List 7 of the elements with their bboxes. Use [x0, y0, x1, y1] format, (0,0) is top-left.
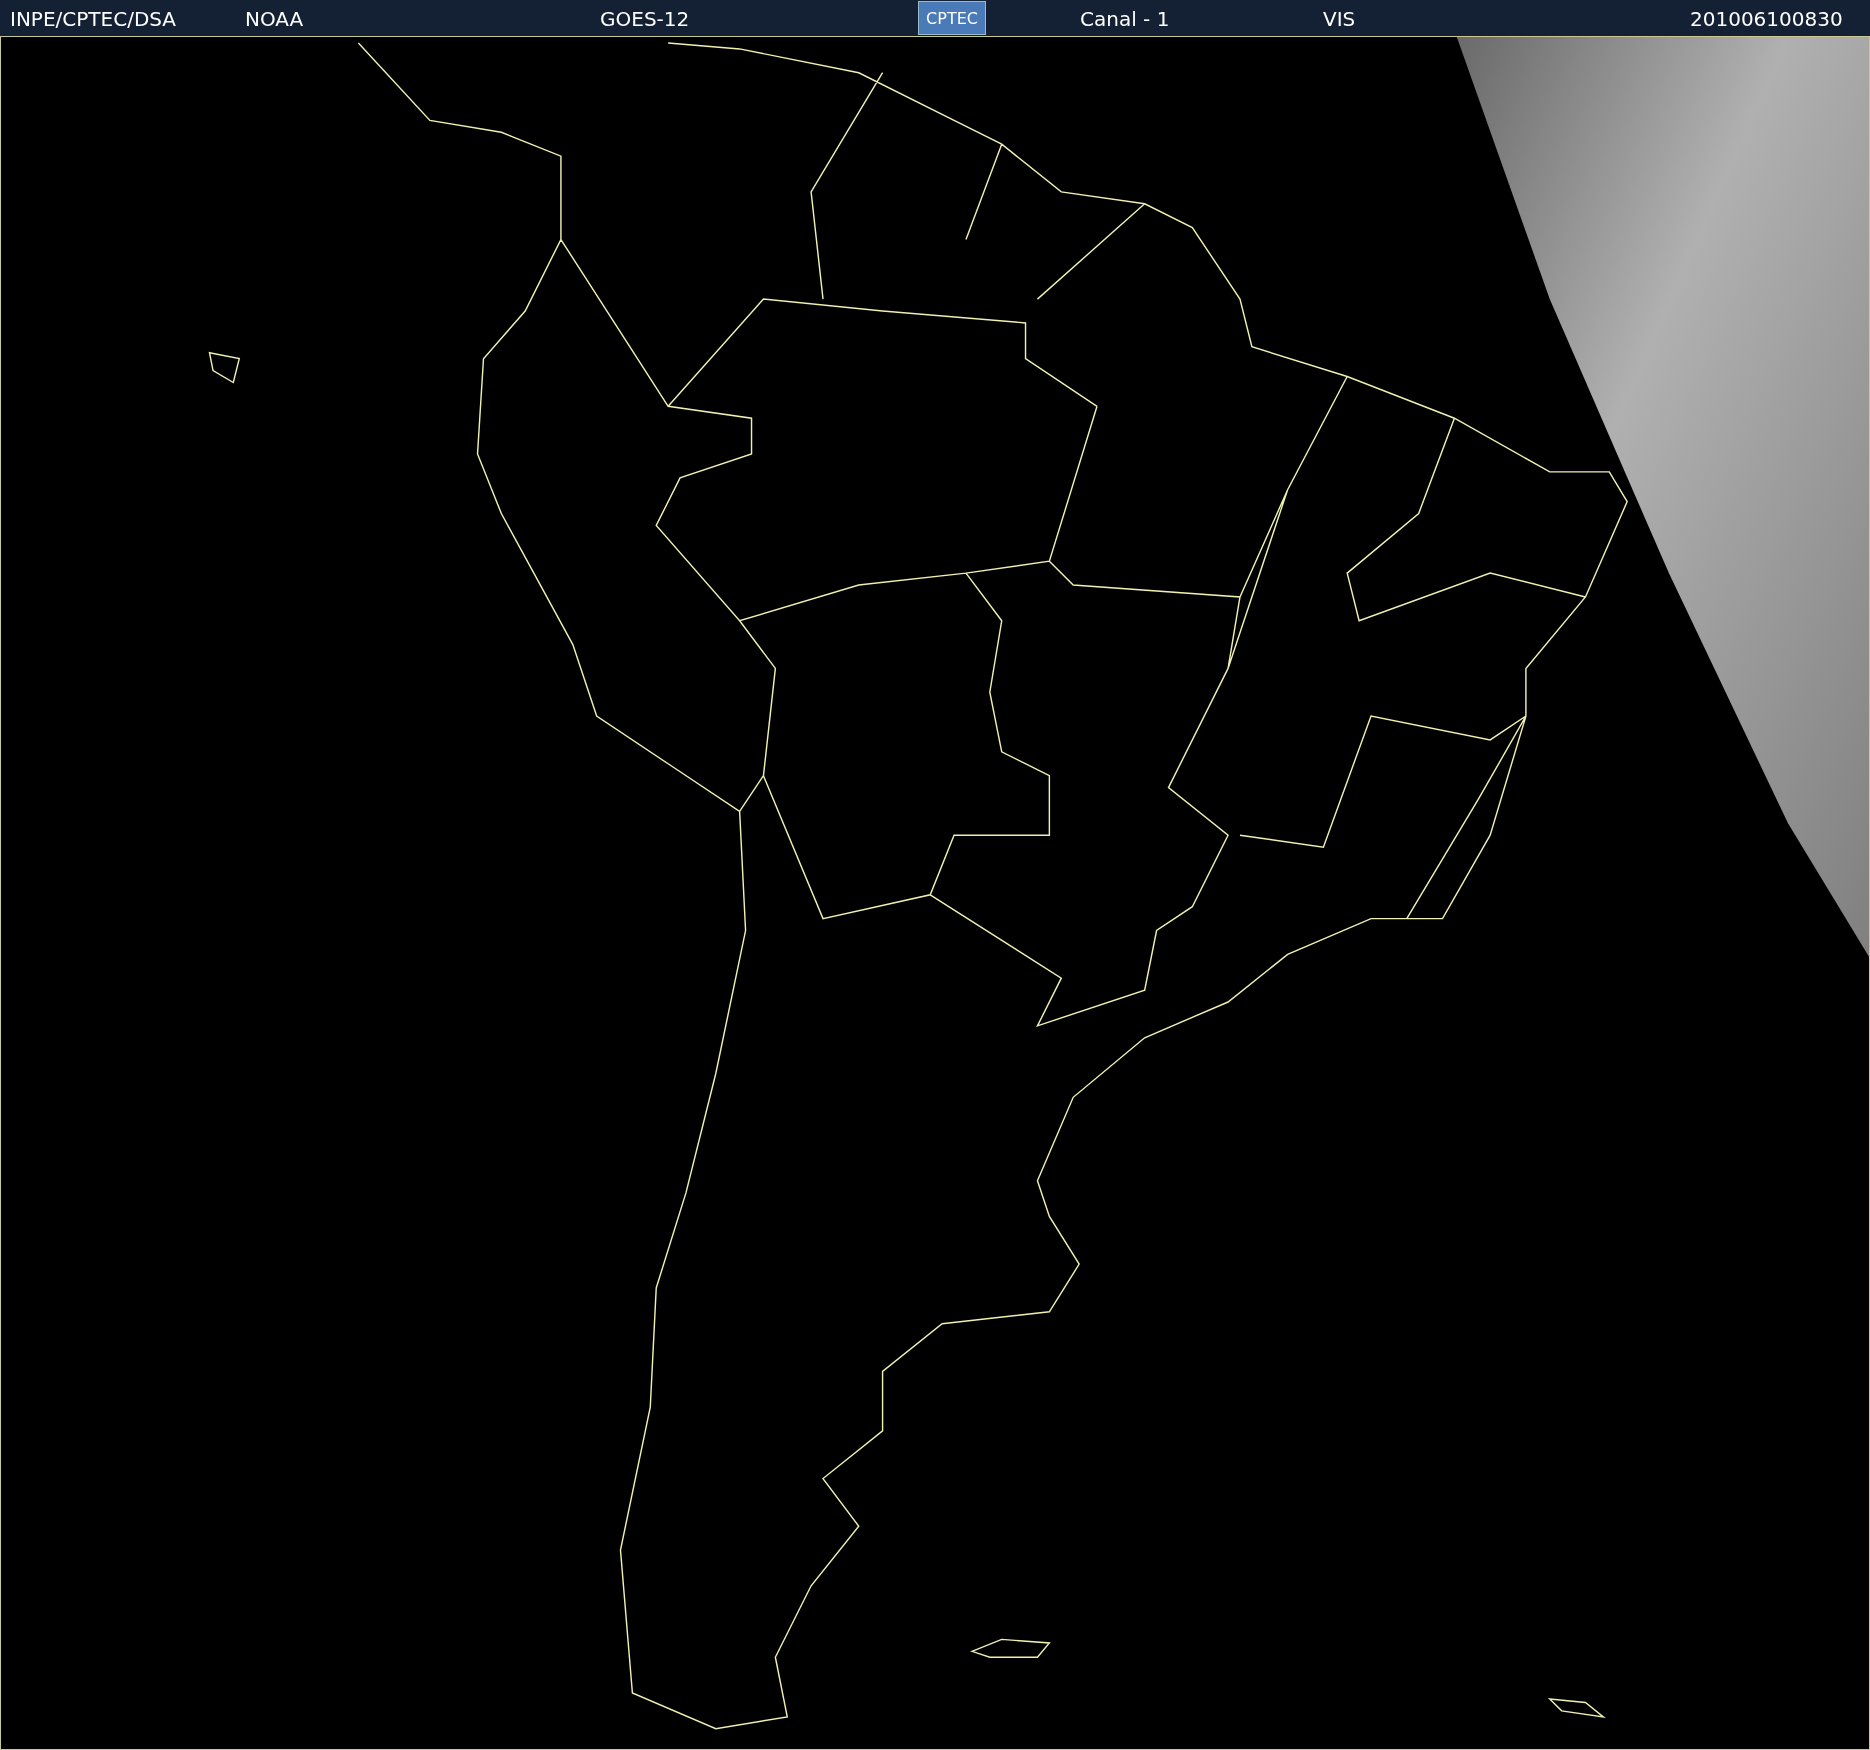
header-label: 201006100830 — [1690, 7, 1843, 31]
header-label: NOAA — [245, 7, 304, 31]
header-label: GOES-12 — [600, 7, 690, 31]
header-label: Canal - 1 — [1080, 7, 1170, 31]
header-label: INPE/CPTEC/DSA — [10, 7, 177, 31]
header-label: VIS — [1323, 7, 1356, 31]
logo: CPTEC — [918, 1, 986, 35]
